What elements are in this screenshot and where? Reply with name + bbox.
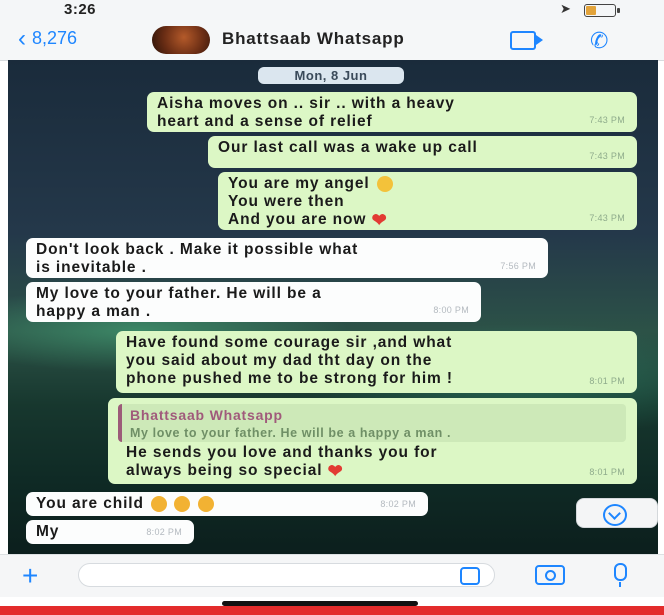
message-outgoing-reply[interactable]: Bhattsaab Whatsapp My love to your fathe… — [108, 398, 637, 484]
message-outgoing[interactable]: Have found some courage sir ,and what yo… — [116, 331, 637, 393]
message-time: 7:43 PM — [589, 151, 625, 161]
message-time: 7:43 PM — [589, 213, 625, 223]
message-incoming[interactable]: My love to your father. He will be a hap… — [26, 282, 481, 322]
message-outgoing[interactable]: Our last call was a wake up call 7:43 PM — [208, 136, 637, 168]
message-line: is inevitable . — [36, 259, 147, 276]
location-arrow-icon: ➤ — [560, 1, 571, 16]
message-line: you said about my dad tht day on the — [126, 352, 433, 369]
message-line: Aisha moves on .. sir .. with a heavy — [157, 95, 455, 112]
message-time: 8:00 PM — [433, 305, 469, 315]
message-incoming[interactable]: Don't look back . Make it possible what … — [26, 238, 548, 278]
message-line: My love to your father. He will be a — [36, 285, 322, 302]
message-line: always being so special — [126, 462, 323, 479]
message-time: 8:01 PM — [589, 467, 625, 477]
message-line: You are child — [36, 495, 144, 512]
message-line: heart and a sense of relief — [157, 113, 373, 130]
microphone-icon[interactable] — [614, 563, 627, 587]
scroll-to-bottom-button[interactable] — [576, 498, 658, 528]
chevron-left-icon: ‹ — [18, 24, 26, 52]
message-line: And you are now — [228, 211, 367, 228]
heart-emoji-icon: ❤ — [371, 209, 388, 230]
message-time: 8:02 PM — [146, 527, 182, 537]
message-incoming[interactable]: My 8:02 PM — [26, 520, 194, 544]
bottom-red-strip — [0, 606, 664, 615]
message-line: Don't look back . Make it possible what — [36, 241, 359, 258]
chevron-down-icon — [603, 504, 627, 526]
back-button[interactable]: ‹ 8,276 — [18, 24, 78, 52]
camera-icon[interactable] — [535, 565, 565, 585]
unread-count: 8,276 — [32, 28, 78, 48]
heart-emoji-icon: ❤ — [327, 460, 344, 481]
message-line: phone pushed me to be strong for him ! — [126, 370, 453, 387]
message-outgoing[interactable]: Aisha moves on .. sir .. with a heavy he… — [147, 92, 637, 132]
quoted-sender: Bhattsaab Whatsapp — [130, 407, 283, 423]
contact-name[interactable]: Bhattsaab Whatsapp — [222, 29, 405, 49]
quoted-text: My love to your father. He will be a hap… — [130, 426, 452, 440]
phone-icon[interactable]: ✆ — [590, 28, 608, 54]
message-line: You were then — [228, 193, 345, 210]
chat-area[interactable]: Mon, 8 Jun Aisha moves on .. sir .. with… — [8, 60, 658, 554]
laughing-emoji-icon — [197, 495, 214, 512]
battery-icon — [584, 4, 620, 17]
quoted-message[interactable]: Bhattsaab Whatsapp My love to your fathe… — [118, 404, 626, 442]
chat-header: ‹ 8,276 Bhattsaab Whatsapp ✆ — [0, 20, 664, 61]
sticker-icon[interactable] — [460, 567, 480, 585]
laughing-emoji-icon — [174, 495, 191, 512]
message-line: Have found some courage sir ,and what — [126, 334, 453, 351]
message-line: happy a man . — [36, 303, 152, 320]
status-time: 3:26 — [64, 1, 97, 18]
whatsapp-chat-screen: 3:26 ➤ ‹ 8,276 Bhattsaab Whatsapp ✆ Mon,… — [0, 0, 664, 615]
message-time: 7:43 PM — [589, 115, 625, 125]
message-outgoing[interactable]: You are my angel You were then And you a… — [218, 172, 637, 230]
message-incoming[interactable]: You are child 8:02 PM — [26, 492, 428, 516]
message-line: Our last call was a wake up call — [218, 139, 478, 156]
status-bar: 3:26 ➤ — [0, 0, 664, 20]
date-separator: Mon, 8 Jun — [258, 67, 404, 84]
avatar[interactable] — [152, 26, 210, 54]
message-line: You are my angel — [228, 175, 370, 192]
message-time: 7:56 PM — [500, 261, 536, 271]
message-time: 8:01 PM — [589, 376, 625, 386]
message-input[interactable] — [78, 563, 495, 587]
message-line: He sends you love and thanks you for — [126, 444, 438, 461]
video-call-icon[interactable] — [510, 31, 543, 50]
laughing-emoji-icon — [151, 495, 168, 512]
message-input-bar: + — [0, 554, 664, 598]
message-time: 8:02 PM — [380, 499, 416, 509]
smiling-face-emoji-icon — [376, 175, 393, 192]
plus-icon[interactable]: + — [22, 560, 38, 592]
battery-level — [586, 6, 596, 15]
